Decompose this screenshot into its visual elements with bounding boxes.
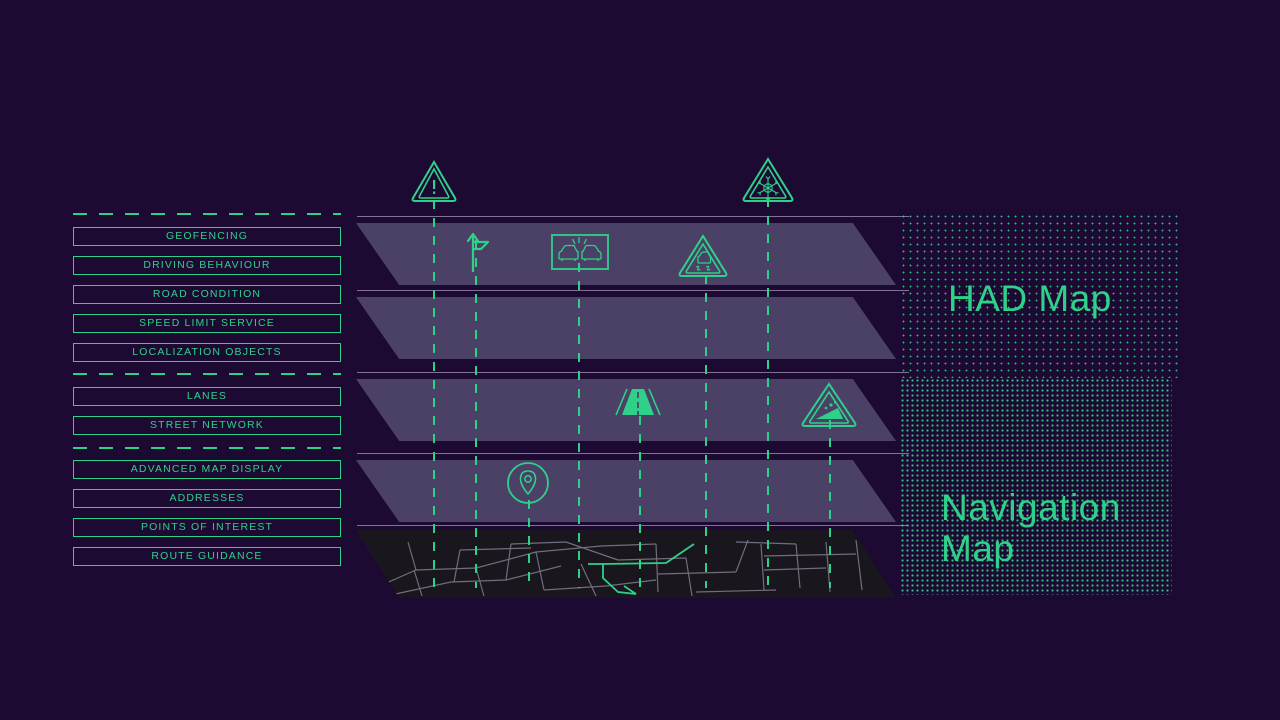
label-lanes[interactable]: LANES	[73, 387, 341, 406]
car-crash-sign-icon[interactable]	[551, 234, 609, 275]
slippery-road-warning-triangle-icon[interactable]	[677, 233, 729, 284]
label-advanced-map-display[interactable]: ADVANCED MAP DISPLAY	[73, 460, 341, 479]
map-pin-poi-icon[interactable]	[506, 461, 550, 510]
label-street-network[interactable]: STREET NETWORK	[73, 416, 341, 435]
layer-localization[interactable]	[356, 297, 896, 359]
steep-hill-warning-triangle-icon[interactable]	[800, 381, 858, 434]
route-flag-arrow-icon[interactable]	[466, 230, 492, 277]
label-addresses[interactable]: ADDRESSES	[73, 489, 341, 508]
street-map-graphic	[356, 530, 896, 598]
layer-had-services[interactable]	[356, 223, 896, 285]
label-route-guidance[interactable]: ROUTE GUIDANCE	[73, 547, 341, 566]
layer-poi[interactable]	[356, 460, 896, 522]
label-geofencing[interactable]: GEOFENCING	[73, 227, 341, 246]
label-column: GEOFENCING DRIVING BEHAVIOUR ROAD CONDIT…	[73, 213, 341, 566]
layer-rule-4	[357, 453, 909, 454]
connector-line-8	[528, 500, 530, 588]
connector-line-3	[578, 263, 580, 588]
had-map-title: HAD Map	[948, 278, 1112, 319]
layer-street-map[interactable]	[356, 530, 896, 598]
label-group-navigation-services: ADVANCED MAP DISPLAY ADDRESSES POINTS OF…	[73, 460, 341, 566]
layer-rule-5	[357, 525, 909, 526]
connector-line-5	[705, 275, 707, 588]
navigation-map-title: Navigation Map	[941, 487, 1121, 569]
label-localization-objects[interactable]: LOCALIZATION OBJECTS	[73, 343, 341, 362]
connector-line-1	[433, 200, 435, 588]
connector-line-2	[475, 240, 477, 588]
diagram-canvas: GEOFENCING DRIVING BEHAVIOUR ROAD CONDIT…	[0, 0, 1280, 720]
connector-line-4	[639, 398, 641, 588]
label-group-road-model: LANES STREET NETWORK	[73, 387, 341, 435]
label-points-of-interest[interactable]: POINTS OF INTEREST	[73, 518, 341, 537]
lane-road-icon[interactable]	[613, 387, 663, 422]
connector-line-6	[767, 198, 769, 588]
layer-rule-3	[357, 372, 909, 373]
layer-rule-2	[357, 290, 909, 291]
connector-line-7	[829, 420, 831, 588]
ice-snowflake-warning-triangle-icon[interactable]	[741, 155, 795, 210]
label-group-had-services: GEOFENCING DRIVING BEHAVIOUR ROAD CONDIT…	[73, 227, 341, 362]
layer-rule-1	[357, 216, 909, 217]
label-driving-behaviour[interactable]: DRIVING BEHAVIOUR	[73, 256, 341, 275]
label-speed-limit-service[interactable]: SPEED LIMIT SERVICE	[73, 314, 341, 333]
label-road-condition[interactable]: ROAD CONDITION	[73, 285, 341, 304]
warning-exclamation-triangle-icon[interactable]	[410, 158, 458, 209]
